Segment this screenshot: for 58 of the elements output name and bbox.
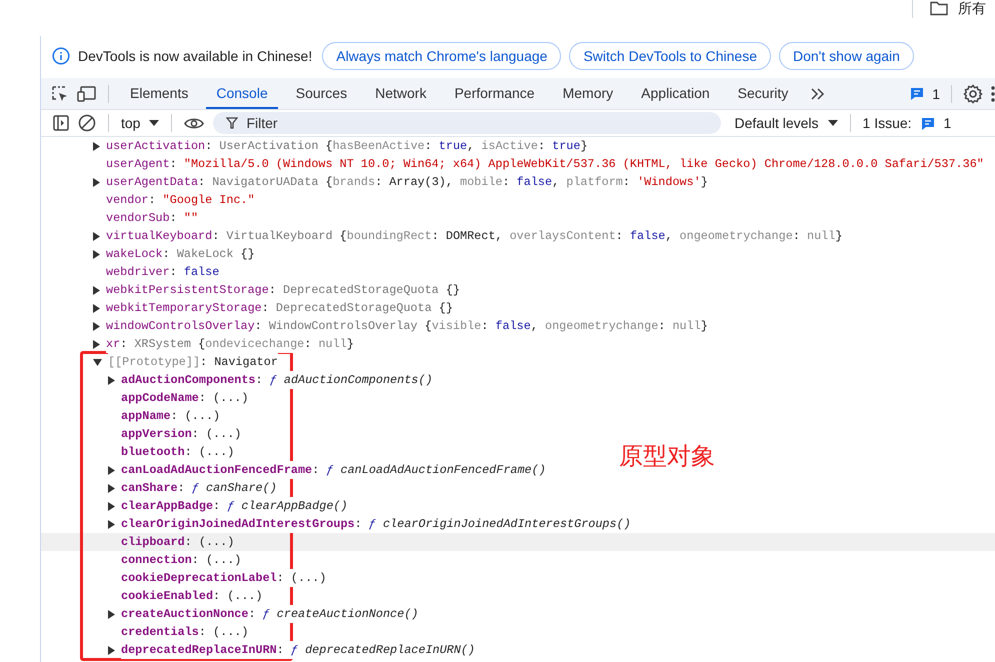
issues-label[interactable]: 1 Issue: bbox=[862, 115, 912, 131]
log-levels-dropdown[interactable]: Default levels bbox=[734, 115, 819, 131]
folder-icon bbox=[930, 1, 948, 16]
expand-arrow-icon[interactable] bbox=[108, 610, 115, 618]
panel-tab[interactable]: Console bbox=[206, 78, 278, 109]
panel-tab[interactable]: Elements bbox=[120, 78, 198, 109]
property-value: : (...) bbox=[276, 569, 326, 587]
caret-icon[interactable] bbox=[828, 120, 838, 126]
expand-arrow-icon[interactable] bbox=[108, 376, 115, 384]
expand-arrow-icon[interactable] bbox=[93, 178, 100, 186]
message-icon[interactable] bbox=[920, 116, 935, 130]
expand-arrow-icon[interactable] bbox=[108, 520, 115, 528]
device-toolbar-icon[interactable] bbox=[77, 84, 97, 102]
eye-icon[interactable] bbox=[184, 116, 204, 130]
messages-count[interactable]: 1 bbox=[932, 86, 940, 102]
panel-tab[interactable]: Network bbox=[365, 78, 436, 109]
infobar-button[interactable]: Don't show again bbox=[778, 42, 914, 70]
filter-field[interactable]: Filter bbox=[213, 112, 722, 134]
expand-arrow-icon[interactable] bbox=[93, 142, 100, 150]
message-icon[interactable] bbox=[910, 87, 924, 100]
expand-arrow-icon[interactable] bbox=[93, 322, 100, 330]
context-selector[interactable]: top bbox=[121, 115, 140, 131]
info-icon bbox=[52, 47, 70, 65]
filter-icon bbox=[226, 117, 238, 129]
caret-icon[interactable] bbox=[149, 120, 160, 126]
property-value: : ƒ adAuctionComponents() bbox=[256, 371, 433, 389]
expand-arrow-icon[interactable] bbox=[93, 232, 100, 240]
property-name: clearOriginJoinedAdInterestGroups bbox=[121, 515, 355, 533]
panel-tab[interactable]: Security bbox=[728, 78, 798, 109]
sidebar-icon[interactable] bbox=[53, 115, 69, 131]
expand-arrow-icon[interactable] bbox=[93, 304, 100, 312]
more-options-icon[interactable] bbox=[991, 86, 995, 102]
property-value: : ƒ clearAppBadge() bbox=[213, 497, 348, 515]
settings-icon[interactable] bbox=[963, 84, 983, 104]
bookmark-folder[interactable]: 所有 bbox=[958, 0, 986, 18]
expand-arrow-icon[interactable] bbox=[93, 340, 100, 348]
expand-arrow-icon[interactable] bbox=[108, 646, 115, 654]
expand-arrow-icon[interactable] bbox=[108, 484, 115, 492]
property-name: canLoadAdAuctionFencedFrame bbox=[121, 461, 312, 479]
annotation-label: 原型对象 bbox=[619, 441, 715, 472]
panel-tab[interactable]: Performance bbox=[444, 78, 545, 109]
expand-arrow-icon[interactable] bbox=[108, 502, 115, 510]
more-tabs-icon[interactable] bbox=[810, 88, 826, 100]
inspect-element-icon[interactable] bbox=[51, 84, 69, 102]
infobar-button[interactable]: Always match Chrome's language bbox=[322, 42, 562, 70]
panel-tab[interactable]: Memory bbox=[552, 78, 624, 109]
clear-console-icon[interactable] bbox=[78, 114, 96, 132]
infobar-button[interactable]: Switch DevTools to Chinese bbox=[569, 42, 771, 70]
property-value: : ƒ createAuctionNonce() bbox=[248, 605, 418, 623]
expand-arrow-icon[interactable] bbox=[93, 286, 100, 294]
collapse-arrow-icon[interactable] bbox=[93, 358, 102, 366]
panel-tab[interactable]: Application bbox=[631, 78, 720, 109]
panel-tab[interactable]: Sources bbox=[286, 78, 358, 109]
property-value: : ƒ deprecatedReplaceInURN() bbox=[276, 641, 475, 659]
infobar-message: DevTools is now available in Chinese! bbox=[78, 48, 312, 64]
expand-arrow-icon[interactable] bbox=[93, 250, 100, 258]
issues-count[interactable]: 1 bbox=[944, 115, 952, 131]
expand-arrow-icon[interactable] bbox=[108, 466, 115, 474]
